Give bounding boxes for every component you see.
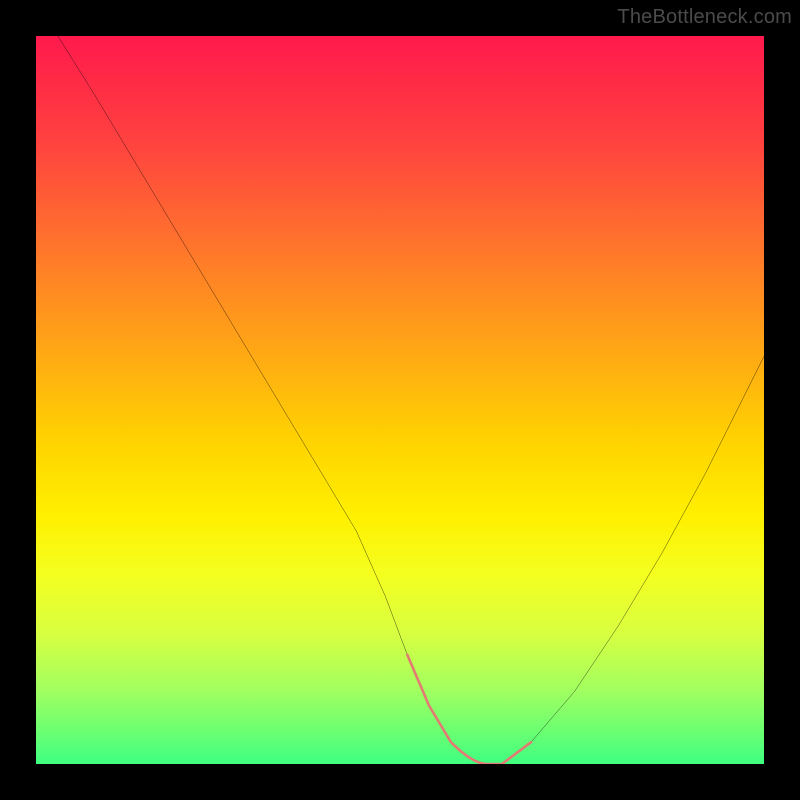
watermark-text: TheBottleneck.com [617, 6, 792, 29]
chart-svg [36, 36, 764, 764]
flat-bottom-highlight-line [407, 655, 531, 764]
chart-gradient-plot [36, 36, 764, 764]
bottleneck-curve-line [58, 36, 764, 764]
outer-black-frame: TheBottleneck.com [0, 0, 800, 800]
